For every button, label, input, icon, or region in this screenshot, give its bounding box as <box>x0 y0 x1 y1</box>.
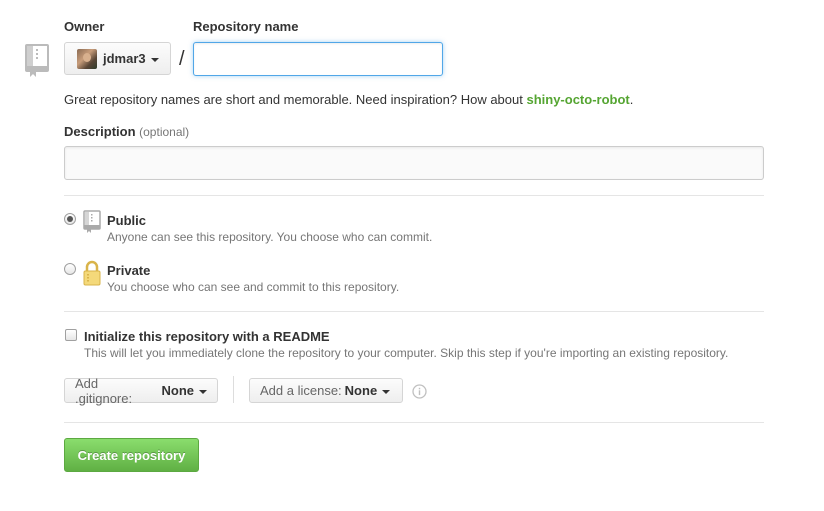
info-icon[interactable] <box>412 384 427 399</box>
public-option-description: Anyone can see this repository. You choo… <box>107 230 433 244</box>
public-radio[interactable] <box>64 213 76 225</box>
public-option-title[interactable]: Public <box>107 213 146 228</box>
description-label-text: Description <box>64 124 136 139</box>
repo-icon <box>24 44 50 78</box>
name-suggestion-link[interactable]: shiny-octo-robot <box>526 92 629 107</box>
avatar <box>77 48 97 69</box>
repository-name-hint: Great repository names are short and mem… <box>64 92 633 107</box>
license-label: Add a license: <box>260 383 342 398</box>
lock-icon <box>82 260 102 286</box>
private-radio[interactable] <box>64 263 76 275</box>
gitignore-label: Add .gitignore: <box>75 375 133 406</box>
private-option-title[interactable]: Private <box>107 263 150 278</box>
readme-option-description: This will let you immediately clone the … <box>84 346 729 360</box>
license-select-button[interactable]: Add a license: None <box>249 378 403 403</box>
create-repository-button[interactable]: Create repository <box>64 438 199 472</box>
readme-option-title[interactable]: Initialize this repository with a README <box>84 329 330 344</box>
repository-name-input[interactable] <box>193 42 443 76</box>
license-value: None <box>344 383 378 398</box>
gitignore-value: None <box>161 383 195 398</box>
private-option-description: You choose who can see and commit to thi… <box>107 280 400 294</box>
caret-down-icon <box>150 57 159 62</box>
repo-icon <box>82 210 102 234</box>
owner-label: Owner <box>64 19 105 34</box>
readme-checkbox[interactable] <box>65 329 77 341</box>
owner-repo-separator: / <box>179 48 185 70</box>
description-label: Description (optional) <box>64 124 189 139</box>
owner-username: jdmar3 <box>103 51 146 66</box>
description-input[interactable] <box>64 146 764 180</box>
divider <box>64 311 764 312</box>
caret-down-icon <box>199 389 207 394</box>
caret-down-icon <box>382 389 391 394</box>
hint-end: . <box>629 92 634 107</box>
repository-name-label: Repository name <box>193 19 299 34</box>
gitignore-select-button[interactable]: Add .gitignore: None <box>64 375 218 406</box>
optional-label: (optional) <box>139 125 190 139</box>
owner-select-button[interactable]: jdmar3 <box>64 42 171 75</box>
divider <box>64 422 764 423</box>
hint-text: Great repository names are short and mem… <box>64 92 527 107</box>
vertical-divider <box>233 376 234 403</box>
divider <box>64 195 764 196</box>
